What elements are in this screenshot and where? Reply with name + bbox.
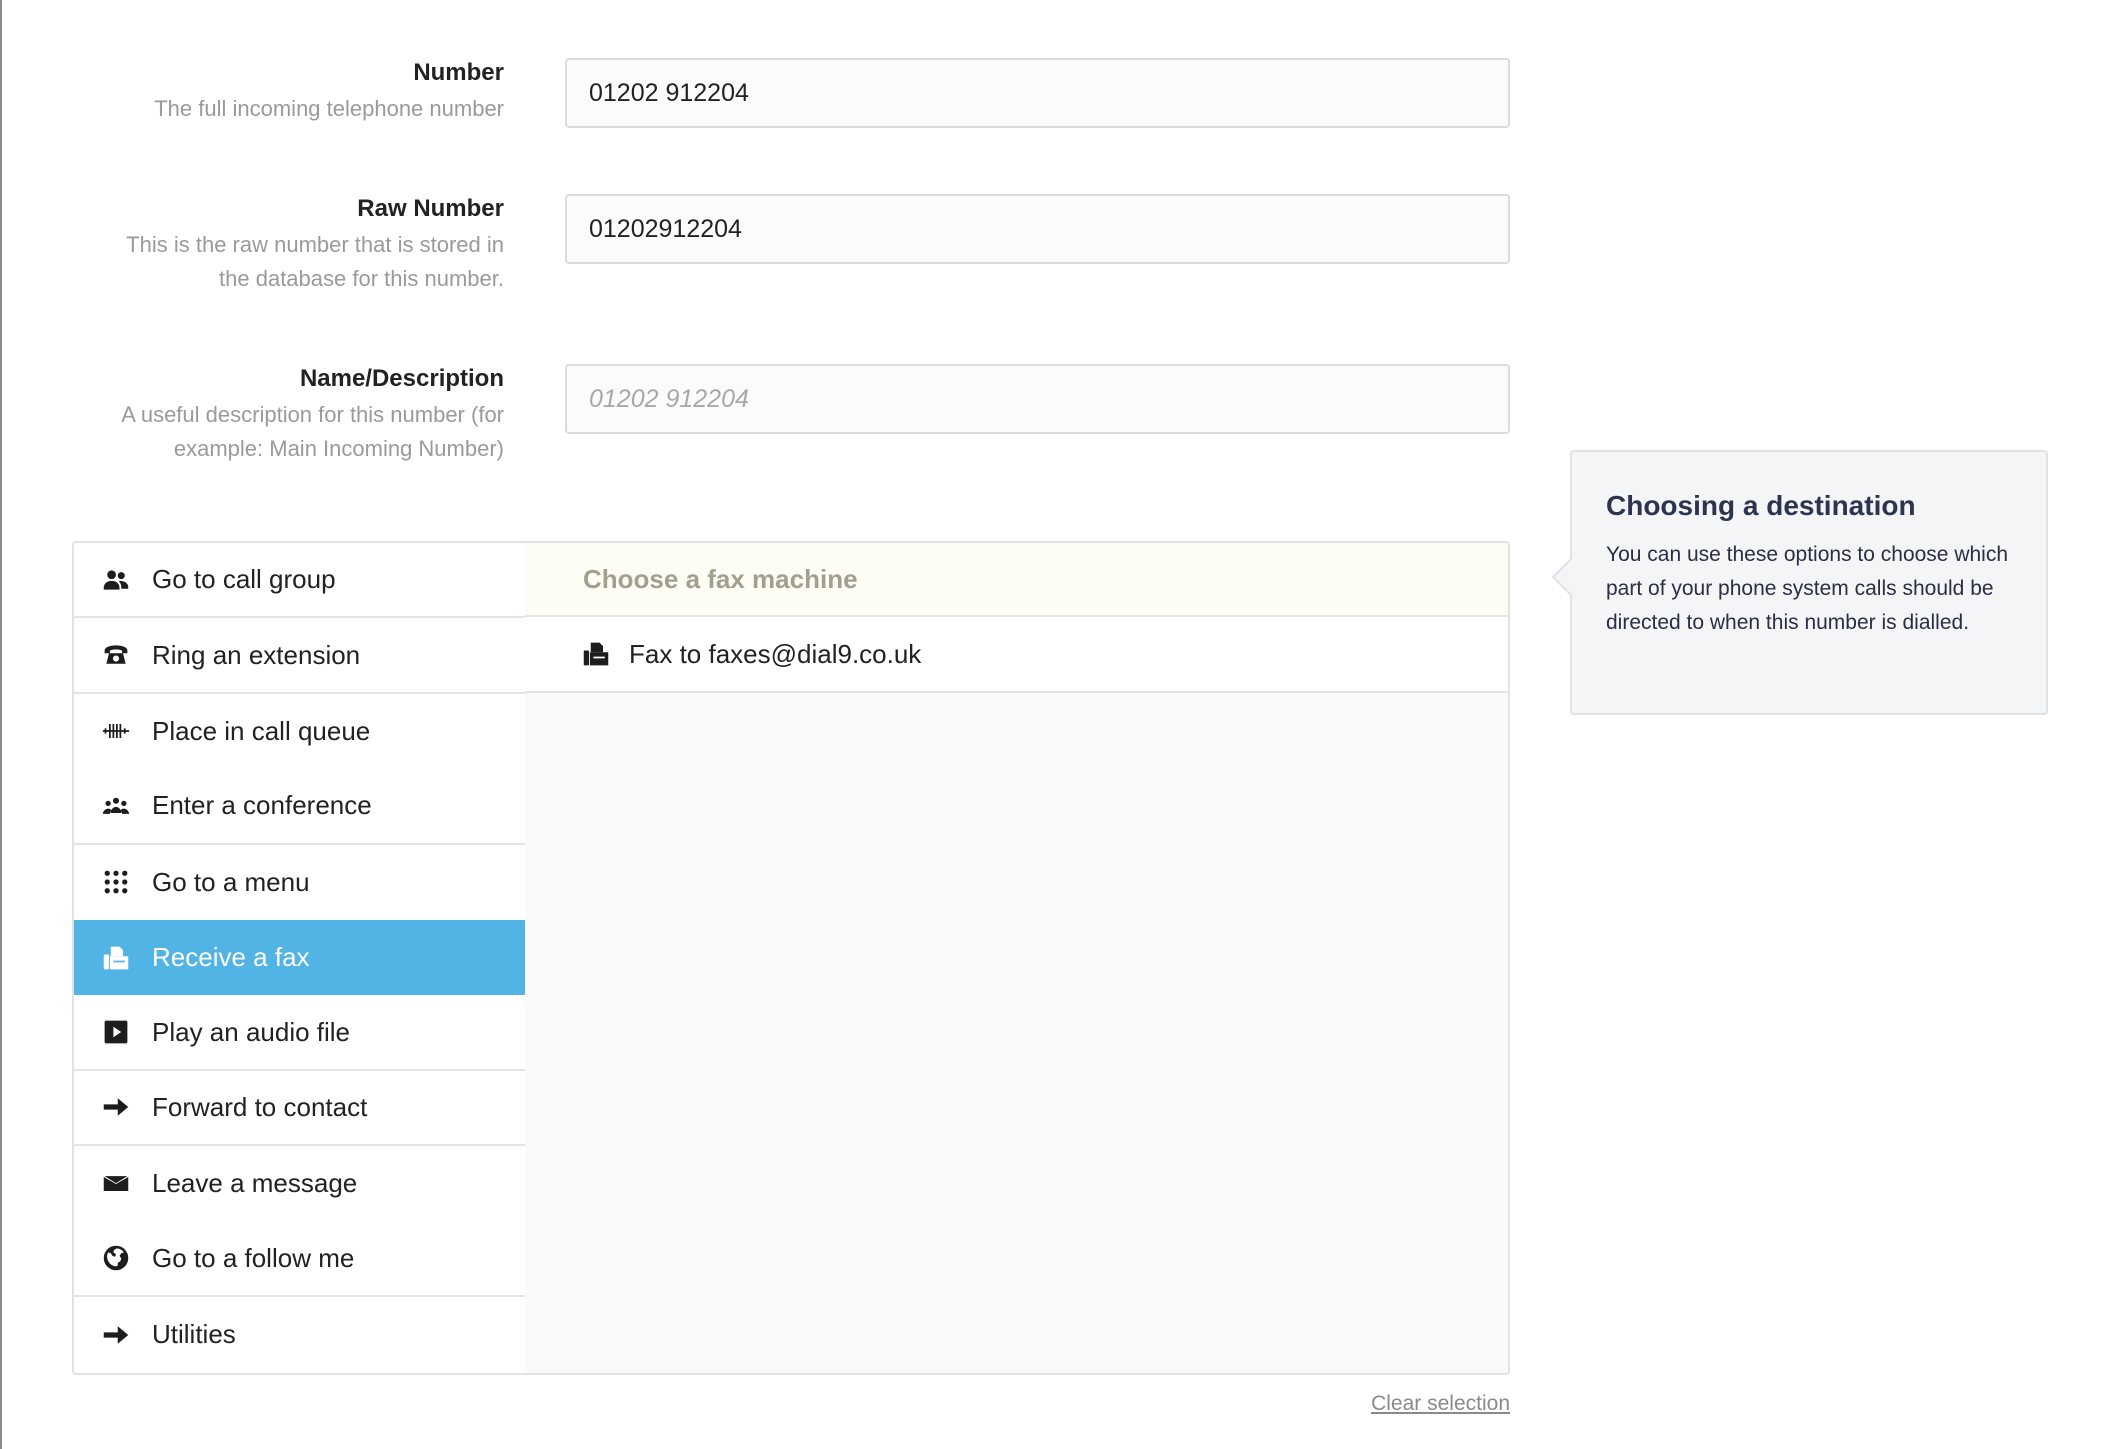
play-icon — [100, 1016, 132, 1048]
destination-item-call-group[interactable]: Go to call group — [74, 543, 525, 619]
name-description-label-group: Name/Description A useful description fo… — [70, 364, 504, 466]
destination-menu: Go to call group Ring an extension Place… — [74, 543, 525, 1373]
destination-item-label: Place in call queue — [152, 715, 371, 746]
destination-item-label: Utilities — [152, 1319, 236, 1350]
destination-item-forward-contact[interactable]: Forward to contact — [74, 1070, 525, 1147]
destination-options-heading: Choose a fax machine — [525, 543, 1508, 617]
number-input[interactable] — [565, 58, 1510, 128]
destination-item-extension[interactable]: Ring an extension — [74, 618, 525, 694]
globe-icon — [100, 1242, 132, 1274]
destination-item-label: Go to a menu — [152, 866, 310, 897]
name-description-input[interactable] — [565, 364, 1510, 434]
destination-item-label: Forward to contact — [152, 1091, 368, 1122]
number-label: Number — [413, 59, 504, 86]
raw-number-hint-line2: the database for this number. — [219, 266, 504, 291]
destination-item-audio-file[interactable]: Play an audio file — [74, 995, 525, 1071]
destination-item-follow-me[interactable]: Go to a follow me — [74, 1221, 525, 1297]
destination-item-label: Go to call group — [152, 564, 336, 595]
clear-selection-link[interactable]: Clear selection — [1371, 1392, 1510, 1416]
arrow-right-icon — [100, 1091, 132, 1123]
fax-icon — [581, 639, 611, 669]
destination-item-call-queue[interactable]: Place in call queue — [74, 693, 525, 770]
fax-icon — [100, 942, 132, 974]
destination-panel: Go to call group Ring an extension Place… — [72, 541, 1510, 1375]
destination-item-menu[interactable]: Go to a menu — [74, 844, 525, 920]
queue-icon — [100, 715, 132, 747]
destination-item-utilities[interactable]: Utilities — [74, 1296, 525, 1373]
number-hint: The full incoming telephone number — [154, 96, 504, 121]
destination-options-panel: Choose a fax machine Fax to faxes@dial9.… — [525, 543, 1508, 1373]
name-description-label: Name/Description — [299, 365, 504, 392]
name-description-hint-line1: A useful description for this number (fo… — [121, 402, 504, 427]
users-icon — [100, 564, 132, 596]
conference-icon — [100, 790, 132, 822]
destination-item-conference[interactable]: Enter a conference — [74, 769, 525, 845]
keypad-icon — [100, 866, 132, 898]
destination-item-label: Receive a fax — [152, 942, 310, 973]
help-body: You can use these options to choose whic… — [1606, 543, 2009, 634]
help-title: Choosing a destination — [1606, 490, 1916, 521]
raw-number-label-group: Raw Number This is the raw number that i… — [70, 194, 504, 296]
destination-item-label: Leave a message — [152, 1168, 358, 1199]
destination-item-label: Go to a follow me — [152, 1242, 355, 1273]
window-left-border — [0, 0, 2, 1449]
envelope-icon — [100, 1168, 132, 1200]
raw-number-hint-line1: This is the raw number that is stored in — [126, 232, 504, 257]
destination-item-label: Enter a conference — [152, 790, 372, 821]
destination-item-leave-message[interactable]: Leave a message — [74, 1146, 525, 1222]
destination-item-fax[interactable]: Receive a fax — [74, 919, 525, 996]
raw-number-label: Raw Number — [357, 195, 504, 222]
raw-number-input[interactable] — [565, 194, 1510, 264]
name-description-hint-line2: example: Main Incoming Number) — [173, 436, 504, 461]
number-label-group: Number The full incoming telephone numbe… — [70, 58, 504, 126]
arrow-right-icon — [100, 1319, 132, 1351]
destination-item-label: Ring an extension — [152, 639, 361, 670]
fax-machine-option[interactable]: Fax to faxes@dial9.co.uk — [525, 617, 1508, 693]
help-popover: Choosing a destination You can use these… — [1570, 450, 2048, 715]
destination-item-label: Play an audio file — [152, 1016, 351, 1047]
phone-icon — [100, 639, 132, 671]
fax-machine-option-label: Fax to faxes@dial9.co.uk — [629, 638, 922, 669]
